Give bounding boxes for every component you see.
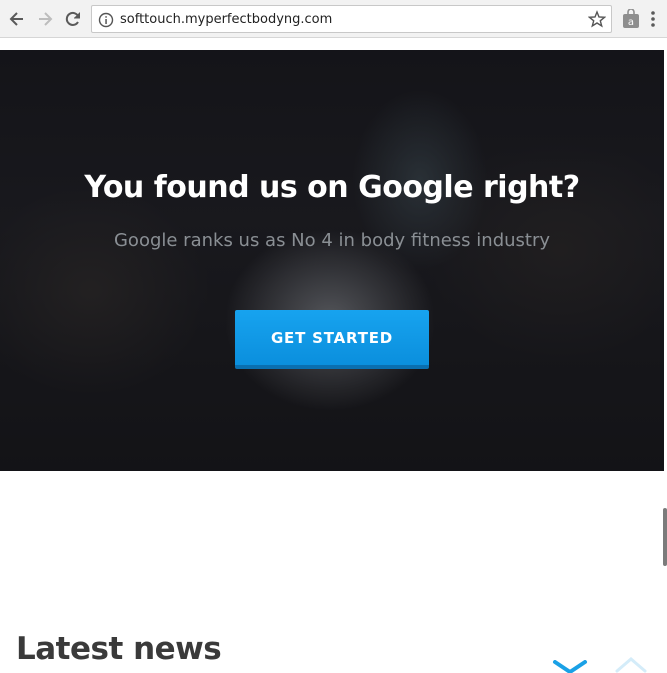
hero-background-image — [0, 50, 664, 471]
info-icon[interactable] — [98, 12, 114, 28]
hero-title: You found us on Google right? — [84, 170, 580, 205]
get-started-button[interactable]: GET STARTED — [235, 310, 429, 369]
scrollbar[interactable] — [663, 508, 667, 566]
browser-toolbar: softtouch.myperfectbodyng.com a — [0, 0, 667, 38]
hero-section: You found us on Google right? Google ran… — [0, 50, 664, 471]
reload-icon[interactable] — [63, 9, 83, 29]
back-arrow-icon[interactable] — [7, 9, 27, 29]
url-text[interactable]: softtouch.myperfectbodyng.com — [120, 12, 332, 27]
menu-icon[interactable] — [650, 10, 656, 28]
address-bar[interactable]: softtouch.myperfectbodyng.com — [91, 5, 612, 33]
chevron-up-icon[interactable] — [615, 656, 647, 673]
svg-text:a: a — [628, 17, 634, 28]
forward-arrow-icon[interactable] — [35, 9, 55, 29]
hero-subtitle: Google ranks us as No 4 in body fitness … — [113, 230, 551, 251]
star-icon[interactable] — [588, 10, 606, 28]
latest-news-heading: Latest news — [16, 631, 222, 667]
extension-icon[interactable]: a — [622, 9, 640, 29]
chevron-down-icon[interactable] — [552, 660, 588, 673]
